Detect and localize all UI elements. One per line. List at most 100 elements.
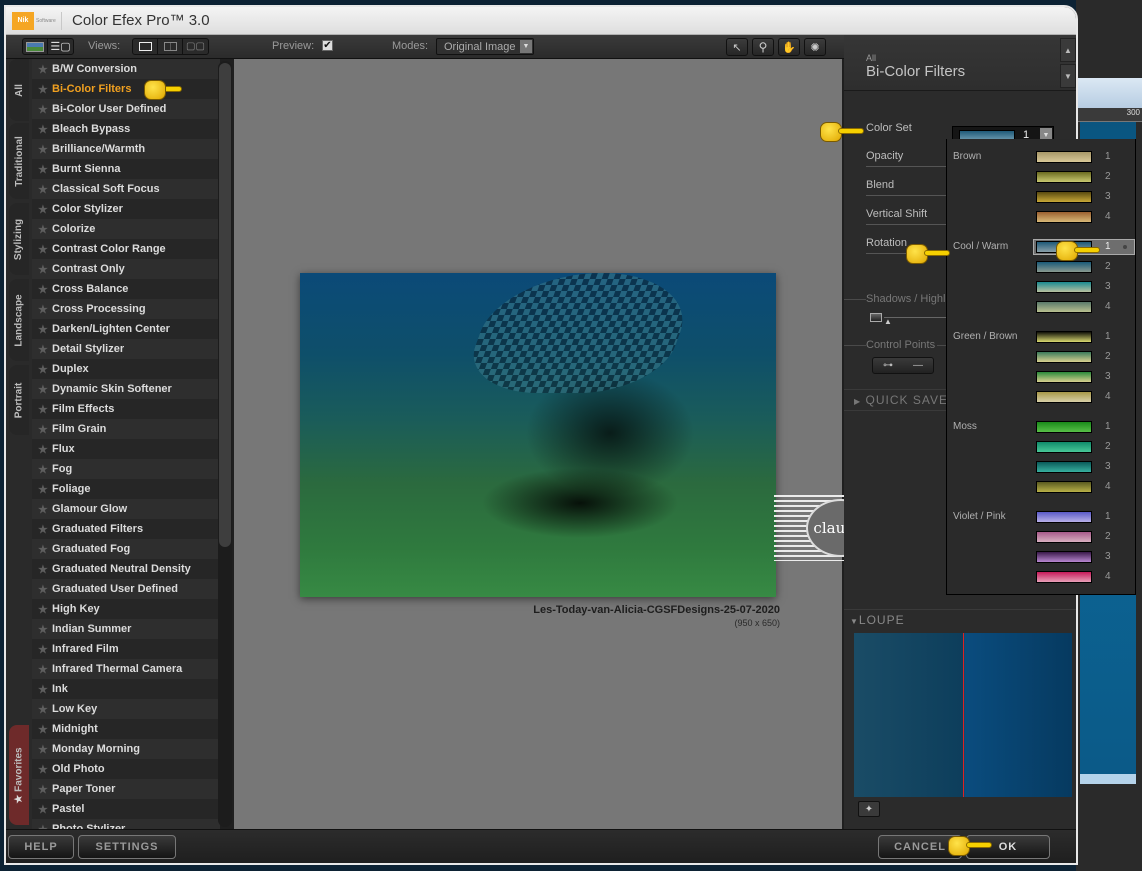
filter-item[interactable]: ★ Dynamic Skin Softener [32, 379, 220, 399]
filter-item[interactable]: ★ Film Grain [32, 419, 220, 439]
filter-item[interactable]: ★ Brilliance/Warmth [32, 139, 220, 159]
zoom-tool-button[interactable]: ⚲ [752, 38, 774, 56]
favorite-star-icon[interactable]: ★ [38, 583, 52, 596]
favorite-star-icon[interactable]: ★ [38, 803, 52, 816]
color-set-option[interactable] [1036, 551, 1092, 563]
preview-checkbox[interactable]: ✔ [322, 40, 333, 51]
preview-image[interactable] [300, 273, 776, 597]
add-control-point-icon[interactable]: ⊶ [883, 360, 893, 371]
favorite-star-icon[interactable]: ★ [38, 523, 52, 536]
color-set-option[interactable] [1036, 421, 1092, 433]
filter-item[interactable]: ★ Infrared Thermal Camera [32, 659, 220, 679]
tab-stylizing[interactable]: Stylizing [9, 203, 29, 275]
filter-item[interactable]: ★ Old Photo [32, 759, 220, 779]
favorite-star-icon[interactable]: ★ [38, 783, 52, 796]
filter-item[interactable]: ★ Burnt Sienna [32, 159, 220, 179]
favorite-star-icon[interactable]: ★ [38, 383, 52, 396]
filter-item[interactable]: ★ Colorize [32, 219, 220, 239]
filter-item[interactable]: ★ Graduated Fog [32, 539, 220, 559]
favorite-star-icon[interactable]: ★ [38, 463, 52, 476]
favorite-star-icon[interactable]: ★ [38, 263, 52, 276]
filter-item[interactable]: ★ B/W Conversion [32, 59, 220, 79]
filter-item[interactable]: ★ Paper Toner [32, 779, 220, 799]
color-set-option[interactable] [1036, 441, 1092, 453]
filter-item[interactable]: ★ Pastel [32, 799, 220, 819]
favorite-star-icon[interactable]: ★ [38, 663, 52, 676]
color-set-option[interactable] [1036, 301, 1092, 313]
filter-item[interactable]: ★ Flux [32, 439, 220, 459]
favorite-star-icon[interactable]: ★ [38, 343, 52, 356]
favorite-star-icon[interactable]: ★ [38, 643, 52, 656]
light-tool-button[interactable]: ✺ [804, 38, 826, 56]
shadows-swatch[interactable] [870, 313, 882, 322]
color-set-option[interactable] [1036, 331, 1092, 343]
filter-item[interactable]: ★ Midnight [32, 719, 220, 739]
filter-item[interactable]: ★ Low Key [32, 699, 220, 719]
color-set-option[interactable] [1036, 191, 1092, 203]
color-set-option[interactable] [1036, 481, 1092, 493]
filter-item[interactable]: ★ Foliage [32, 479, 220, 499]
filter-item[interactable]: ★ Cross Balance [32, 279, 220, 299]
favorite-star-icon[interactable]: ★ [38, 403, 52, 416]
color-set-option[interactable] [1036, 261, 1092, 273]
color-set-option[interactable] [1036, 171, 1092, 183]
color-set-option[interactable] [1036, 211, 1092, 223]
settings-button[interactable]: SETTINGS [78, 835, 176, 859]
favorite-star-icon[interactable]: ★ [38, 703, 52, 716]
color-set-option[interactable] [1036, 351, 1092, 363]
favorite-star-icon[interactable]: ★ [38, 223, 52, 236]
tab-landscape[interactable]: Landscape [9, 279, 29, 361]
filter-item[interactable]: ★ Graduated Neutral Density [32, 559, 220, 579]
filter-item[interactable]: ★ Bi-Color User Defined [32, 99, 220, 119]
filter-item[interactable]: ★ Bi-Color Filters [32, 79, 220, 99]
filter-item[interactable]: ★ Bleach Bypass [32, 119, 220, 139]
loupe-pin-button[interactable]: ✦ [858, 801, 880, 817]
favorite-star-icon[interactable]: ★ [38, 283, 52, 296]
filter-list-scrollbar[interactable] [218, 61, 232, 827]
loupe-preview[interactable] [854, 633, 1072, 797]
filter-item[interactable]: ★ Graduated Filters [32, 519, 220, 539]
favorite-star-icon[interactable]: ★ [38, 123, 52, 136]
favorite-star-icon[interactable]: ★ [38, 723, 52, 736]
color-set-option[interactable] [1036, 151, 1092, 163]
filter-item[interactable]: ★ Monday Morning [32, 739, 220, 759]
filter-item[interactable]: ★ Classical Soft Focus [32, 179, 220, 199]
tab-all[interactable]: All [9, 59, 29, 121]
favorite-star-icon[interactable]: ★ [38, 303, 52, 316]
favorite-star-icon[interactable]: ★ [38, 483, 52, 496]
favorite-star-icon[interactable]: ★ [38, 103, 52, 116]
filter-item[interactable]: ★ Indian Summer [32, 619, 220, 639]
color-set-option[interactable] [1036, 571, 1092, 583]
prev-filter-button[interactable]: ▲ [1060, 38, 1076, 62]
shadows-slider-track[interactable] [884, 317, 954, 318]
filter-item[interactable]: ★ Infrared Film [32, 639, 220, 659]
layout-list-button[interactable]: ☰▢ [48, 39, 73, 54]
filter-item[interactable]: ★ Cross Processing [32, 299, 220, 319]
view-single-button[interactable] [133, 39, 158, 54]
filter-item[interactable]: ★ Detail Stylizer [32, 339, 220, 359]
color-set-option[interactable] [1036, 281, 1092, 293]
filter-item[interactable]: ★ Glamour Glow [32, 499, 220, 519]
filter-item[interactable]: ★ Film Effects [32, 399, 220, 419]
filter-item[interactable]: ★ Duplex [32, 359, 220, 379]
favorite-star-icon[interactable]: ★ [38, 163, 52, 176]
pointer-tool-button[interactable]: ↖ [726, 38, 748, 56]
color-set-option[interactable] [1036, 511, 1092, 523]
favorite-star-icon[interactable]: ★ [38, 623, 52, 636]
favorite-star-icon[interactable]: ★ [38, 443, 52, 456]
filter-item[interactable]: ★ Darken/Lighten Center [32, 319, 220, 339]
view-side-by-side-button[interactable]: ▢▢ [183, 39, 208, 54]
color-set-option[interactable] [1036, 391, 1092, 403]
filter-item[interactable]: ★Photo Stylizer [32, 819, 220, 829]
filter-item[interactable]: ★ Fog [32, 459, 220, 479]
favorite-star-icon[interactable]: ★ [38, 203, 52, 216]
favorite-star-icon[interactable]: ★ [38, 763, 52, 776]
help-button[interactable]: HELP [8, 835, 74, 859]
remove-control-point-icon[interactable]: — [913, 360, 923, 371]
shadows-slider-handle[interactable]: ▲ [884, 317, 892, 326]
loupe-section[interactable]: ▼LOUPE [844, 609, 1076, 629]
view-split-button[interactable] [158, 39, 183, 54]
tab-traditional[interactable]: Traditional [9, 123, 29, 199]
favorite-star-icon[interactable]: ★ [38, 563, 52, 576]
tab-favorites[interactable]: ★ Favorites [9, 725, 29, 825]
